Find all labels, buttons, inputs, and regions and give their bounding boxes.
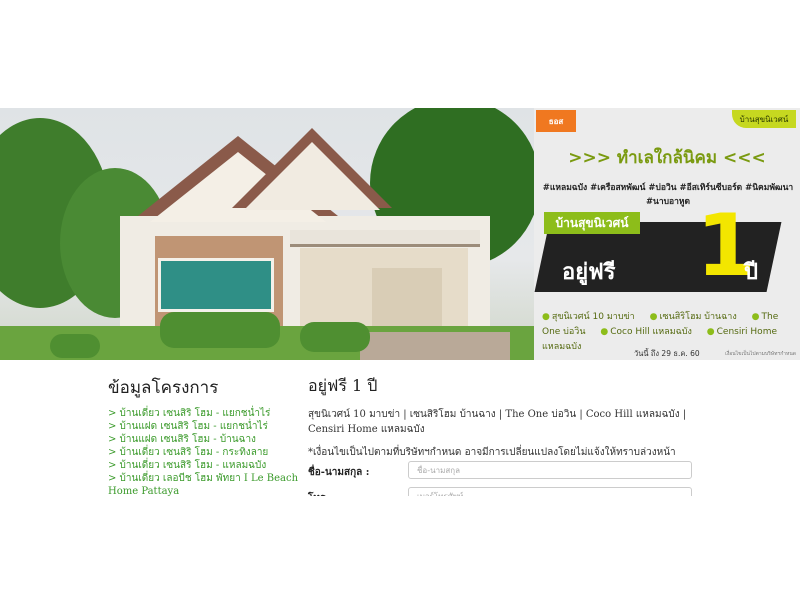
big-number: 1 <box>696 196 756 296</box>
house-photo <box>0 108 534 360</box>
sidebar-link-6[interactable]: > บ้านเดี่ยว เลอบีช โฮม พัทยา I Le Beach… <box>108 472 298 498</box>
house-window <box>158 258 274 312</box>
promo-heading: >>> ทำเลใกล้นิคม <<< <box>568 148 766 168</box>
promo-content: อยู่ฟรี 1 ปี สุขนิเวศน์ 10 มาบข่า | เซนส… <box>308 374 698 460</box>
viewport-cutoff <box>300 496 720 600</box>
brand-tag: บ้านสุขนิเวศน์ <box>544 212 640 234</box>
promo-date: วันนี้ ถึง 29 ธ.ค. 60 <box>634 349 700 358</box>
hero-banner: ธอส บ้านสุขนิเวศน์ >>> ทำเลใกล้นิคม <<< … <box>0 108 800 360</box>
page-title: อยู่ฟรี 1 ปี <box>308 376 378 395</box>
project-item: ● สุขนิเวศน์ 10 มาบข่า <box>542 312 635 322</box>
project-sidebar: ข้อมูลโครงการ > บ้านเดี่ยว เซนสิริ โฮม -… <box>108 374 298 498</box>
sidebar-link-4[interactable]: > บ้านเดี่ยว เซนสิริ โฮม - กระทิงลาย <box>108 446 298 459</box>
hedge <box>160 312 280 348</box>
project-item: ● Coco Hill แหลมฉบัง <box>600 327 692 337</box>
promo-hashtags: #แหลมฉบัง #เครือสหพัฒน์ #บ่อวิน #อีสเทิร… <box>542 183 794 207</box>
front-door <box>372 268 442 334</box>
promo-panel: ธอส บ้านสุขนิเวศน์ >>> ทำเลใกล้นิคม <<< … <box>534 108 800 360</box>
fine-print: เงื่อนไขเป็นไปตามบริษัทฯกำหนด <box>725 351 796 357</box>
name-row: ชื่อ-นามสกุล : <box>308 461 698 483</box>
sidebar-title: ข้อมูลโครงการ <box>108 378 219 398</box>
sidebar-link-2[interactable]: > บ้านแฝด เซนสิริ โฮม - แยกชนํ่าไร่ <box>108 420 298 433</box>
shrub-small <box>50 334 100 358</box>
project-description: สุขนิเวศน์ 10 มาบข่า | เซนสิริโฮม บ้านฉา… <box>308 409 687 435</box>
project-item: ● เซนสิริโฮม บ้านฉาง <box>649 312 737 322</box>
suknivet-logo: บ้านสุขนิเวศน์ <box>732 110 796 128</box>
name-input[interactable] <box>408 461 692 479</box>
year-text: ปี <box>744 260 758 285</box>
name-label: ชื่อ-นามสกุล : <box>308 467 370 478</box>
free-text: อยู่ฟรี <box>562 260 616 285</box>
condition-note: *เงื่อนไขเป็นไปตามที่บริษัทฯกำหนด อาจมีก… <box>308 447 676 458</box>
shrub <box>300 322 370 352</box>
driveway <box>360 332 510 360</box>
carport-roof <box>290 230 480 247</box>
sidebar-link-5[interactable]: > บ้านเดี่ยว เซนสิริ โฮม - แหลมฉบัง <box>108 459 298 472</box>
sidebar-link-1[interactable]: > บ้านเดี่ยว เซนสิริ โฮม - แยกชนํ่าไร่ <box>108 407 298 420</box>
gable-right <box>244 142 380 210</box>
ghb-logo: ธอส <box>536 110 576 132</box>
sidebar-link-3[interactable]: > บ้านแฝด เซนสิริ โฮม - บ้านฉาง <box>108 433 298 446</box>
